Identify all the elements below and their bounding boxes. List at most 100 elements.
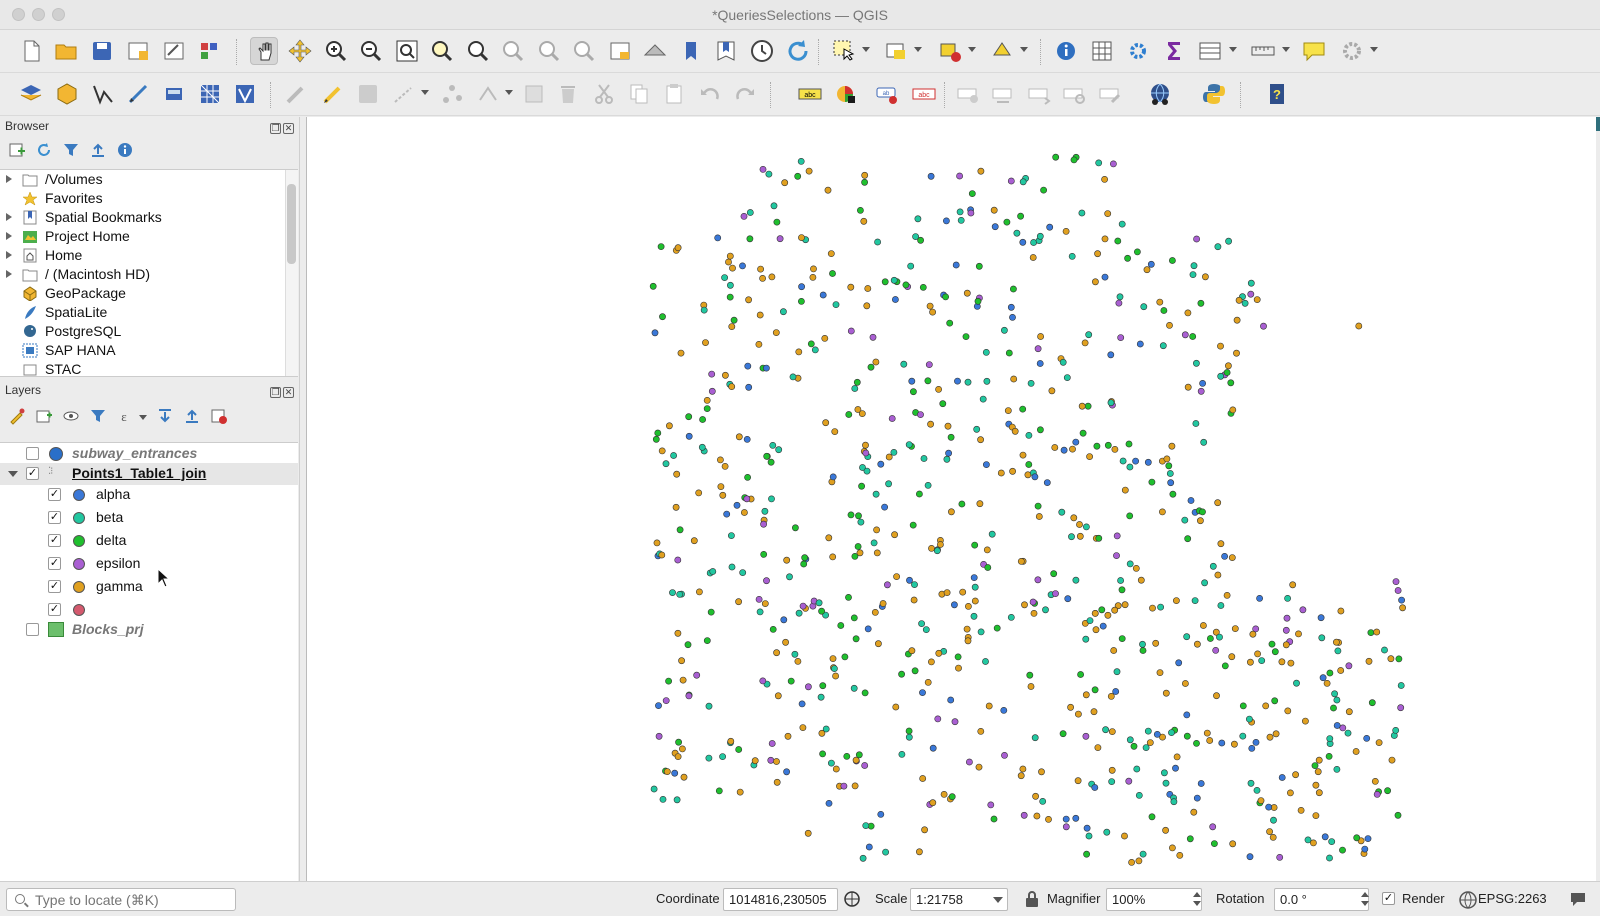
float-panel-icon[interactable]: ❐ bbox=[270, 123, 281, 134]
map-point[interactable] bbox=[1068, 252, 1076, 260]
map-point[interactable] bbox=[982, 348, 990, 356]
zoom-next-icon[interactable] bbox=[570, 37, 598, 65]
map-point[interactable] bbox=[1271, 697, 1279, 705]
map-point[interactable] bbox=[1031, 734, 1039, 742]
map-point[interactable] bbox=[917, 411, 924, 418]
map-point[interactable] bbox=[1217, 602, 1225, 609]
map-point[interactable] bbox=[1091, 784, 1099, 791]
map-point[interactable] bbox=[665, 422, 673, 430]
map-point[interactable] bbox=[703, 637, 711, 644]
map-point[interactable] bbox=[1076, 532, 1084, 540]
map-point[interactable] bbox=[1319, 674, 1327, 682]
zoom-full-icon[interactable] bbox=[393, 37, 421, 65]
map-point[interactable] bbox=[743, 495, 751, 503]
map-point[interactable] bbox=[1287, 789, 1294, 797]
map-point[interactable] bbox=[1007, 303, 1015, 311]
map-point[interactable] bbox=[761, 507, 769, 515]
map-point[interactable] bbox=[1231, 625, 1239, 632]
label-properties-icon[interactable] bbox=[1096, 80, 1124, 108]
map-point[interactable] bbox=[669, 589, 676, 596]
map-point[interactable] bbox=[935, 649, 943, 657]
map-point[interactable] bbox=[1314, 768, 1322, 776]
map-point[interactable] bbox=[1190, 262, 1198, 270]
map-point[interactable] bbox=[917, 236, 924, 244]
map-point[interactable] bbox=[837, 622, 845, 629]
map-point[interactable] bbox=[977, 167, 985, 175]
map-point[interactable] bbox=[1072, 438, 1080, 446]
map-point[interactable] bbox=[964, 637, 972, 645]
scale-dropdown-icon[interactable] bbox=[993, 897, 1003, 903]
map-point[interactable] bbox=[1323, 680, 1331, 687]
map-point[interactable] bbox=[1083, 824, 1091, 832]
map-point[interactable] bbox=[773, 649, 780, 657]
map-point[interactable] bbox=[988, 530, 996, 538]
map-point[interactable] bbox=[881, 278, 889, 286]
map-point[interactable] bbox=[1063, 374, 1071, 381]
map-point[interactable] bbox=[1214, 499, 1222, 507]
map-point[interactable] bbox=[1289, 581, 1297, 589]
map-point[interactable] bbox=[977, 628, 985, 636]
map-point[interactable] bbox=[1162, 779, 1170, 787]
map-point[interactable] bbox=[1388, 756, 1396, 764]
map-point[interactable] bbox=[739, 569, 747, 576]
map-point[interactable] bbox=[825, 534, 833, 542]
map-point[interactable] bbox=[1187, 497, 1195, 504]
map-point[interactable] bbox=[1099, 622, 1107, 630]
category-epsilon[interactable]: ✓ epsilon bbox=[0, 553, 298, 575]
map-point[interactable] bbox=[945, 449, 952, 457]
map-point[interactable] bbox=[699, 416, 706, 423]
map-point[interactable] bbox=[1076, 521, 1083, 528]
map-point[interactable] bbox=[1384, 787, 1391, 795]
map-point[interactable] bbox=[1163, 455, 1171, 463]
crs-globe-icon[interactable] bbox=[1458, 890, 1477, 909]
map-point[interactable] bbox=[951, 718, 959, 726]
map-point[interactable] bbox=[776, 235, 784, 243]
map-point[interactable] bbox=[728, 563, 736, 571]
map-point[interactable] bbox=[1184, 309, 1192, 317]
map-point[interactable] bbox=[1107, 351, 1115, 359]
map-point[interactable] bbox=[862, 441, 869, 449]
map-point[interactable] bbox=[929, 799, 937, 807]
map-point[interactable] bbox=[874, 238, 881, 246]
map-point[interactable] bbox=[914, 215, 922, 223]
new-print-layout-icon[interactable] bbox=[124, 37, 152, 65]
rotation-field[interactable]: 0.0 ° bbox=[1274, 888, 1369, 911]
map-point[interactable] bbox=[811, 346, 819, 354]
map-point[interactable] bbox=[1364, 835, 1372, 842]
map-point[interactable] bbox=[976, 500, 984, 508]
pan-to-selection-icon[interactable] bbox=[286, 37, 314, 65]
map-point[interactable] bbox=[787, 677, 795, 685]
temporal-controller-icon[interactable] bbox=[748, 37, 776, 65]
map-point[interactable] bbox=[1334, 647, 1342, 655]
map-point[interactable] bbox=[832, 672, 839, 680]
map-point[interactable] bbox=[1157, 603, 1164, 611]
map-point[interactable] bbox=[719, 753, 726, 760]
map-point[interactable] bbox=[1144, 458, 1152, 466]
map-point[interactable] bbox=[1258, 657, 1266, 664]
map-point[interactable] bbox=[1365, 657, 1373, 665]
new-mesh-icon[interactable] bbox=[196, 80, 224, 108]
map-point[interactable] bbox=[773, 778, 781, 786]
map-point[interactable] bbox=[1152, 639, 1160, 647]
map-point[interactable] bbox=[1183, 732, 1191, 740]
map-point[interactable] bbox=[1058, 508, 1066, 516]
map-point[interactable] bbox=[658, 447, 666, 455]
map-point[interactable] bbox=[798, 700, 806, 708]
map-point[interactable] bbox=[774, 692, 782, 700]
map-point[interactable] bbox=[1111, 445, 1119, 453]
map-point[interactable] bbox=[985, 702, 993, 710]
map-point[interactable] bbox=[1199, 508, 1206, 516]
map-point[interactable] bbox=[763, 577, 770, 585]
map-point[interactable] bbox=[892, 703, 900, 711]
map-point[interactable] bbox=[746, 235, 754, 243]
map-point[interactable] bbox=[1101, 176, 1108, 183]
map-point[interactable] bbox=[1027, 379, 1035, 387]
map-point[interactable] bbox=[1148, 813, 1156, 821]
map-point[interactable] bbox=[1052, 590, 1059, 597]
map-point[interactable] bbox=[1398, 596, 1405, 604]
map-point[interactable] bbox=[1125, 777, 1133, 785]
map-point[interactable] bbox=[1070, 514, 1078, 522]
map-point[interactable] bbox=[1103, 828, 1111, 836]
map-point[interactable] bbox=[959, 588, 967, 596]
map-point[interactable] bbox=[966, 758, 973, 766]
